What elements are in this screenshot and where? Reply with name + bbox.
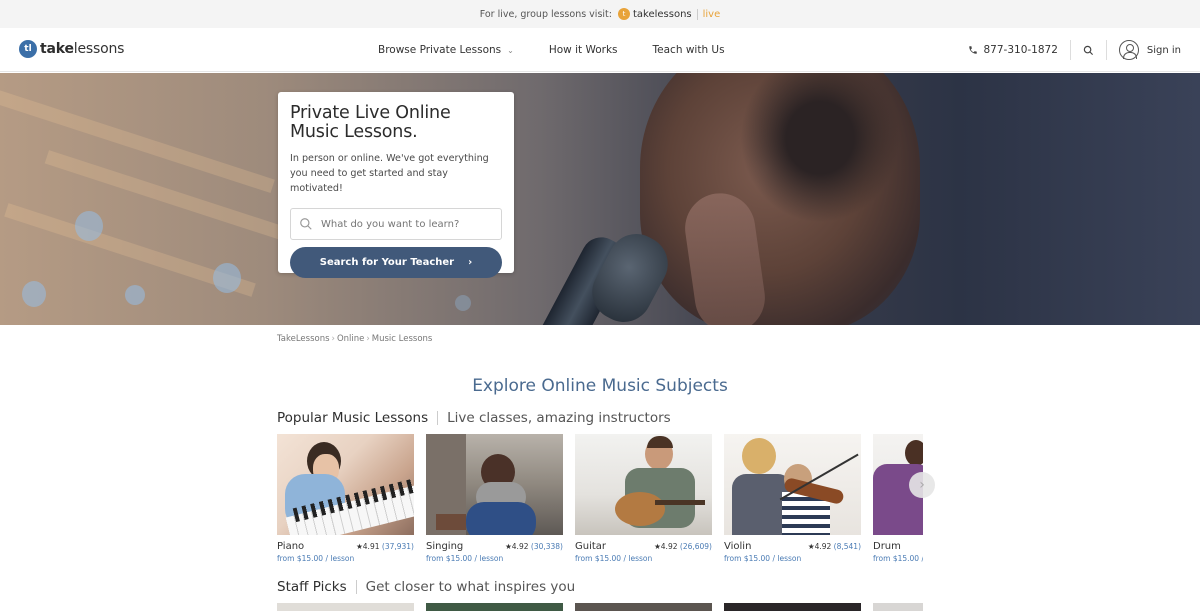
staff-pick-card[interactable] [277,603,414,611]
breadcrumb: TakeLessons › Online › Music Lessons [277,334,432,344]
sign-in-link[interactable]: Sign in [1107,40,1181,60]
lesson-search-field[interactable] [290,208,502,240]
popular-subtitle: Live classes, amazing instructors [447,410,671,426]
brand-logo[interactable]: tl takelessons [19,40,124,58]
nav-teach-with-us[interactable]: Teach with Us [653,44,725,56]
lesson-card-guitar[interactable]: Guitar ★4.92 (26,609) from $15.00 / less… [575,434,712,563]
popular-header: Popular Music Lessons Live classes, amaz… [277,410,671,426]
hero-subtitle: In person or online. We've got everythin… [290,153,489,194]
guitar-lesson-image [575,434,712,535]
lesson-rating: ★4.91 (37,931) [356,542,414,551]
breadcrumb-online[interactable]: Online [337,334,364,344]
header-search-button[interactable] [1071,40,1107,60]
divider [437,411,439,425]
chevron-right-icon: › [919,477,925,493]
lesson-card-piano[interactable]: Piano ★4.91 (37,931) from $15.00 / lesso… [277,434,414,563]
lesson-rating: ★4.92 (8,541) [807,542,861,551]
hero-bokeh [213,263,241,293]
header-actions: 877-310-1872 Sign in [968,28,1181,72]
search-teacher-button[interactable]: Search for Your Teacher › [290,247,502,278]
staff-pick-card[interactable] [873,603,923,611]
breadcrumb-takelessons[interactable]: TakeLessons [277,334,330,344]
sign-in-label: Sign in [1146,44,1181,56]
promo-logo-link[interactable]: t takelessons live [617,8,720,20]
search-icon [300,218,312,230]
lesson-search-input[interactable] [321,218,491,230]
staff-pick-card[interactable] [575,603,712,611]
nav-how-it-works[interactable]: How it Works [549,44,618,56]
hero-bokeh [455,295,471,311]
phone-link[interactable]: 877-310-1872 [968,40,1071,60]
lesson-name: Singing [426,541,464,552]
lesson-name: Violin [724,541,752,552]
promo-bar: For live, group lessons visit: t takeles… [0,0,1200,28]
hero-banner-image [0,73,1200,325]
section-title: Explore Online Music Subjects [472,376,728,396]
takelessons-live-logo-icon: t [617,8,630,20]
lesson-rating: ★4.92 (26,609) [654,542,712,551]
staff-picks-subtitle: Get closer to what inspires you [365,579,576,595]
breadcrumb-separator: › [366,334,370,344]
staff-picks-carousel [277,603,923,611]
lesson-name: Piano [277,541,305,552]
hero-bg-light [0,86,275,194]
hero-title: Private Live Online Music Lessons. [290,103,451,142]
staff-pick-card[interactable] [724,603,861,611]
promo-text: For live, group lessons visit: [479,8,612,20]
brand-wordmark: takelessons [40,41,125,57]
breadcrumb-separator: › [331,334,335,344]
staff-picks-header: Staff Picks Get closer to what inspires … [277,579,575,595]
lesson-card-drum[interactable]: Drum from $15.00 / l [873,434,923,563]
singing-lesson-image [426,434,563,535]
promo-live-label: live [696,8,720,20]
main-nav: Browse Private Lessons ⌄ How it Works Te… [378,28,760,72]
search-icon [1083,45,1093,55]
nav-browse-label: Browse Private Lessons [378,44,502,56]
popular-title: Popular Music Lessons [277,410,429,426]
phone-number: 877-310-1872 [983,44,1058,56]
staff-pick-card[interactable] [426,603,563,611]
lesson-card-singing[interactable]: Singing ★4.92 (30,338) from $15.00 / les… [426,434,563,563]
site-header: tl takelessons Browse Private Lessons ⌄ … [0,28,1200,72]
lesson-name: Guitar [575,541,607,552]
lesson-price: from $15.00 / lesson [575,554,653,563]
nav-browse-private-lessons[interactable]: Browse Private Lessons ⌄ [378,44,514,56]
lesson-price: from $15.00 / lesson [277,554,355,563]
takelessons-logo-icon: tl [19,40,37,58]
lesson-price: from $15.00 / lesson [426,554,504,563]
breadcrumb-music-lessons: Music Lessons [371,334,433,344]
staff-picks-title: Staff Picks [277,579,347,595]
lesson-price: from $15.00 / lesson [724,554,802,563]
hero-search-card: Private Live Online Music Lessons. In pe… [278,92,514,278]
lesson-name: Drum [873,541,901,552]
search-teacher-label: Search for Your Teacher [319,257,455,268]
lesson-card-violin[interactable]: Violin ★4.92 (8,541) from $15.00 / lesso… [724,434,861,563]
piano-lesson-image [277,434,414,535]
violin-lesson-image [724,434,861,535]
user-icon [1118,40,1139,60]
lesson-rating: ★4.92 (30,338) [505,542,563,551]
lesson-price: from $15.00 / l [873,554,923,563]
promo-logo-text: takelessons [632,8,692,20]
divider [355,580,357,594]
hero-bokeh [22,281,46,307]
carousel-next-button[interactable]: › [909,472,935,498]
chevron-down-icon: ⌄ [507,45,514,55]
chevron-right-icon: › [468,257,473,268]
hero-bokeh [75,211,103,241]
hero-bokeh [125,285,145,305]
phone-icon [968,46,977,54]
popular-lessons-carousel: Piano ★4.91 (37,931) from $15.00 / lesso… [277,434,923,569]
